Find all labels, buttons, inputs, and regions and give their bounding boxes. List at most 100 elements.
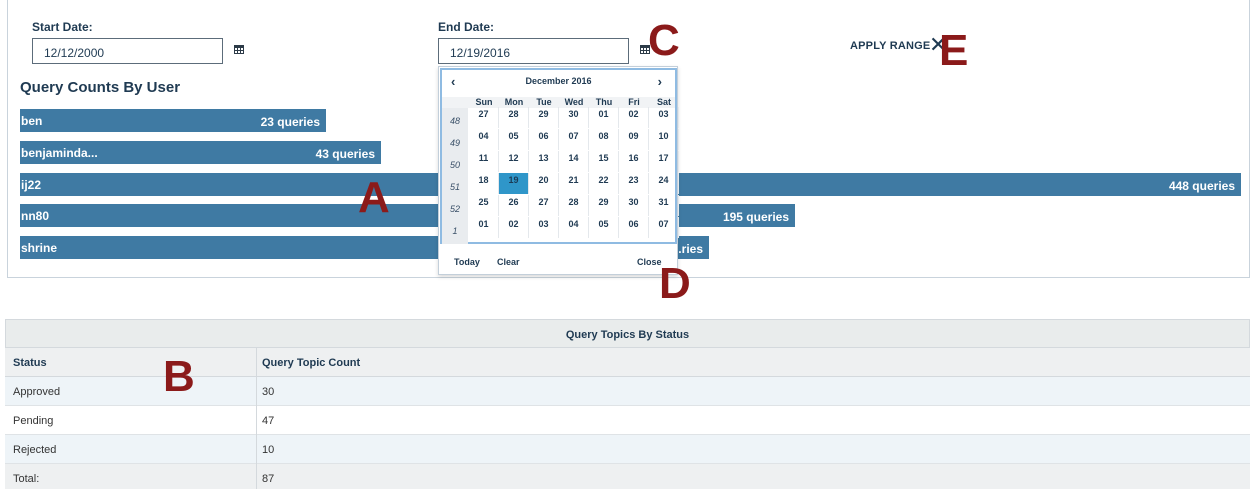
calendar-day[interactable]: 08 — [589, 129, 619, 150]
calendar-day[interactable]: 10 — [649, 129, 679, 150]
dow-label: Mon — [504, 97, 524, 107]
calendar-day[interactable]: 26 — [499, 195, 529, 216]
count-cell: 47 — [262, 415, 275, 427]
start-calendar-icon[interactable] — [234, 44, 244, 54]
count-cell: 30 — [262, 386, 275, 398]
bar-query-count: 43 queries — [315, 147, 375, 161]
calendar-day[interactable]: 23 — [619, 173, 649, 194]
calendar-day[interactable]: 04 — [469, 129, 499, 150]
table-caption: Query Topics By Status — [5, 319, 1250, 348]
calendar-day[interactable]: 07 — [559, 129, 589, 150]
marker-a: A — [358, 173, 390, 222]
start-date-label: Start Date: — [32, 20, 93, 34]
dow-label: Wed — [564, 97, 584, 107]
calendar-day[interactable]: 03 — [649, 107, 679, 128]
end-date-label: End Date: — [438, 20, 495, 34]
calendar-day[interactable]: 24 — [649, 173, 679, 194]
close-button[interactable]: Close — [637, 257, 662, 267]
start-date-input[interactable]: 12/12/2000 — [32, 38, 223, 64]
calendar-day[interactable]: 20 — [529, 173, 559, 194]
table-row: Pending 47 — [5, 406, 1250, 435]
bar-user-name: ij22 — [21, 178, 42, 192]
calendar-day[interactable]: 19 — [499, 173, 529, 194]
datepicker-calendar: ‹ December 2016 › Sun Mon Tue Wed Thu Fri Sat 4… — [440, 68, 679, 244]
chevron-right-icon[interactable]: › — [658, 74, 662, 89]
calendar-day[interactable]: 15 — [589, 151, 619, 172]
marker-d: D — [659, 259, 691, 308]
calendar-day[interactable]: 22 — [589, 173, 619, 194]
user-bar: ben 23 queries — [20, 109, 326, 132]
datepicker-popup: ‹ December 2016 › Sun Mon Tue Wed Thu Fri Sat 4… — [438, 66, 679, 275]
calendar-day[interactable]: 06 — [529, 129, 559, 150]
calendar-day[interactable]: 27 — [469, 107, 499, 128]
calendar-day[interactable]: 01 — [469, 217, 499, 238]
week-number: 51 — [449, 182, 460, 192]
count-cell: 87 — [262, 473, 275, 485]
status-cell: Total: — [13, 473, 40, 485]
calendar-day[interactable]: 28 — [499, 107, 529, 128]
table-row: Rejected 10 — [5, 435, 1250, 464]
dow-label: Sat — [656, 97, 671, 107]
query-counts-title: Query Counts By User — [20, 79, 181, 96]
dow-label: Sun — [475, 97, 493, 107]
bar-query-count: 23 queries — [260, 115, 320, 129]
apply-range-button[interactable]: APPLY RANGE — [850, 40, 930, 52]
week-number: 50 — [449, 160, 460, 170]
bar-user-name: ben — [21, 114, 43, 128]
bar-user-name: shrine — [21, 241, 58, 255]
bar-user-name: benjaminda... — [21, 146, 98, 160]
bar-query-count: 448 queries — [1168, 179, 1235, 193]
status-cell: Rejected — [13, 444, 57, 456]
datepicker-week-column — [442, 108, 468, 244]
status-cell: Approved — [13, 386, 61, 398]
calendar-day[interactable]: 25 — [469, 195, 499, 216]
calendar-day[interactable]: 16 — [619, 151, 649, 172]
calendar-day[interactable]: 01 — [589, 107, 619, 128]
calendar-day[interactable]: 13 — [529, 151, 559, 172]
dow-label: Tue — [536, 97, 552, 107]
marker-e: E — [939, 26, 969, 75]
calendar-day[interactable]: 28 — [559, 195, 589, 216]
marker-c: C — [648, 16, 680, 65]
calendar-day[interactable]: 27 — [529, 195, 559, 216]
calendar-day[interactable]: 02 — [619, 107, 649, 128]
today-button[interactable]: Today — [454, 257, 480, 267]
calendar-day[interactable]: 30 — [619, 195, 649, 216]
table-row-total: Total: 87 — [5, 464, 1250, 489]
week-number: 52 — [449, 204, 460, 214]
count-cell: 10 — [262, 444, 275, 456]
calendar-day[interactable]: 29 — [529, 107, 559, 128]
calendar-day[interactable]: 04 — [559, 217, 589, 238]
bar-query-count: 195 queries — [722, 210, 789, 224]
dow-label: Thu — [595, 97, 613, 107]
week-number: 48 — [449, 116, 460, 126]
column-divider — [256, 348, 257, 489]
calendar-day[interactable]: 09 — [619, 129, 649, 150]
datepicker-month[interactable]: December 2016 — [442, 76, 675, 86]
calendar-day[interactable]: 02 — [499, 217, 529, 238]
calendar-day[interactable]: 17 — [649, 151, 679, 172]
calendar-day[interactable]: 29 — [589, 195, 619, 216]
calendar-day[interactable]: 12 — [499, 151, 529, 172]
user-bar: benjaminda... 43 queries — [20, 141, 381, 164]
header-count: Query Topic Count — [262, 357, 361, 369]
calendar-day[interactable]: 30 — [559, 107, 589, 128]
calendar-day[interactable]: 06 — [619, 217, 649, 238]
calendar-day[interactable]: 31 — [649, 195, 679, 216]
calendar-day[interactable]: 14 — [559, 151, 589, 172]
marker-b: B — [163, 352, 195, 401]
calendar-day[interactable]: 07 — [649, 217, 679, 238]
calendar-day[interactable]: 21 — [559, 173, 589, 194]
calendar-day[interactable]: 05 — [499, 129, 529, 150]
calendar-day[interactable]: 05 — [589, 217, 619, 238]
status-cell: Pending — [13, 415, 54, 427]
calendar-day[interactable]: 03 — [529, 217, 559, 238]
dow-label: Fri — [628, 97, 640, 107]
bar-user-name: nn80 — [21, 209, 50, 223]
calendar-day[interactable]: 18 — [469, 173, 499, 194]
end-date-input[interactable]: 12/19/2016 — [438, 38, 629, 64]
calendar-day[interactable]: 11 — [469, 151, 499, 172]
header-status: Status — [13, 357, 47, 369]
clear-button[interactable]: Clear — [497, 257, 520, 267]
week-number: 49 — [449, 138, 460, 148]
